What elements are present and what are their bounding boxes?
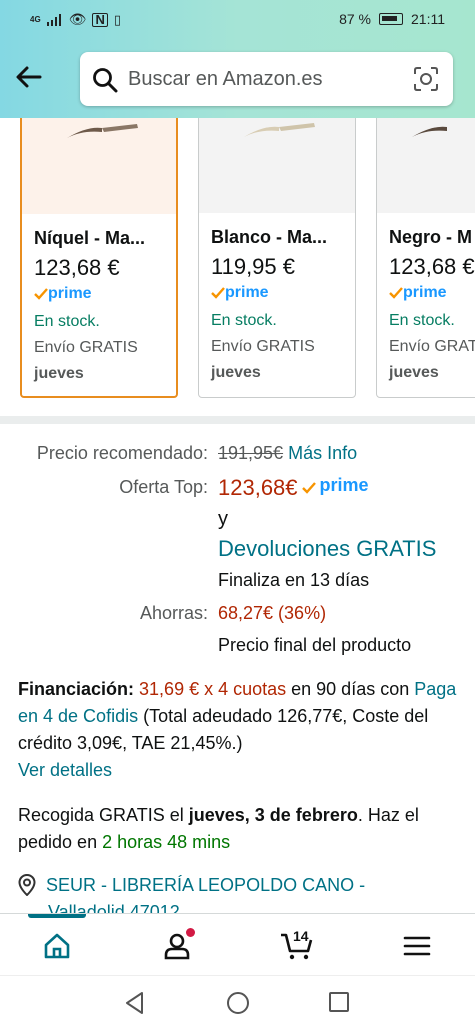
- home-icon: [44, 933, 70, 959]
- prime-check-icon: [301, 482, 316, 494]
- delivery-day: jueves: [34, 365, 84, 382]
- pickup-location-link[interactable]: SEUR - LIBRERÍA LEOPOLDO CANO -: [18, 874, 365, 896]
- arrow-left-icon: [16, 66, 42, 88]
- nav-cart-button[interactable]: 14: [277, 928, 317, 964]
- notification-dot: [186, 928, 195, 937]
- prime-badge: prime: [319, 474, 369, 495]
- see-details-link[interactable]: Ver detalles: [18, 760, 112, 780]
- financing-installments: 31,69 € x 4 cuotas: [139, 679, 287, 699]
- prime-badge: prime: [211, 284, 343, 302]
- more-info-link[interactable]: Más Info: [288, 443, 357, 463]
- prime-check-icon: [211, 287, 225, 299]
- offer-row: 123,68€ prime: [218, 475, 369, 501]
- financing-label: Financiación:: [18, 679, 135, 699]
- system-recents-icon[interactable]: [328, 991, 350, 1013]
- person-icon: [164, 933, 190, 960]
- search-input[interactable]: [128, 65, 398, 93]
- system-back-icon[interactable]: [124, 991, 146, 1015]
- pickup-block: Recogida GRATIS el jueves, 3 de febrero.…: [18, 805, 419, 852]
- location-pin-icon: [18, 874, 36, 896]
- shipping-text: Envío GRAT: [389, 338, 475, 355]
- recommended-price-row: 191,95€ Más Info: [218, 443, 357, 464]
- pickup-date: jueves, 3 de febrero: [188, 805, 358, 825]
- stock-status: En stock.: [211, 312, 277, 329]
- offer-price: 123,68€: [218, 475, 298, 500]
- back-button[interactable]: [14, 62, 46, 94]
- variant-name: Negro - M: [389, 227, 472, 247]
- recommended-price: 191,95€: [218, 443, 284, 463]
- variant-name: Níquel - Ma...: [34, 228, 146, 248]
- recommended-price-label: Precio recomendado:: [36, 443, 208, 463]
- variant-price: 123,68 €: [389, 254, 475, 279]
- header-gradient: 4G 👁 N ▯ 87 % 21:11: [0, 0, 475, 118]
- hamburger-menu-icon: [403, 936, 431, 956]
- stock-status: En stock.: [389, 312, 455, 329]
- system-home-icon[interactable]: [226, 991, 250, 1015]
- financing-block: Financiación: 31,69 € x 4 cuotas en 90 d…: [18, 676, 458, 784]
- variant-card-niquel[interactable]: Níquel - Ma... 123,68 € prime En stock. …: [20, 118, 178, 398]
- clock: 21:11: [411, 11, 445, 27]
- delivery-day: jueves: [389, 364, 439, 381]
- variant-card-blanco[interactable]: Blanco - Ma... 119,95 € prime En stock. …: [198, 118, 356, 398]
- shipping-text: Envío GRATIS: [211, 338, 315, 355]
- signal-icon: [46, 13, 63, 26]
- active-tab-indicator: [28, 914, 86, 918]
- final-price-note: Precio final del producto: [218, 635, 412, 655]
- prime-badge: prime: [34, 285, 164, 303]
- eye-icon: 👁: [68, 11, 87, 27]
- delivery-day: jueves: [211, 364, 261, 381]
- product-image: [22, 118, 176, 214]
- nfc-icon: N: [92, 12, 108, 27]
- variant-price: 119,95 €: [211, 254, 296, 279]
- search-icon: [93, 68, 118, 93]
- shipping-text: Envío GRATIS: [34, 339, 138, 356]
- savings-value: 68,27€ (36%): [218, 603, 327, 623]
- nav-account-button[interactable]: [157, 928, 197, 964]
- free-returns-link[interactable]: Devoluciones GRATIS: [218, 536, 436, 562]
- cart-count: 14: [293, 928, 309, 944]
- battery-percent: 87 %: [339, 11, 371, 27]
- offer-label: Oferta Top:: [119, 477, 208, 497]
- product-image: [377, 118, 475, 213]
- search-bar[interactable]: [80, 52, 453, 106]
- pickup-location-line1: SEUR - LIBRERÍA LEOPOLDO CANO -: [46, 874, 366, 895]
- variant-price: 123,68 €: [34, 255, 120, 280]
- nav-menu-button[interactable]: [397, 928, 437, 964]
- variant-card-negro[interactable]: Negro - M 123,68 € prime En stock. Envío…: [376, 118, 475, 398]
- pickup-time-left: 2 horas 48 mins: [102, 832, 231, 852]
- network-type-label: 4G: [30, 14, 41, 24]
- and-text: y: [218, 508, 228, 530]
- nav-home-button[interactable]: [37, 928, 77, 964]
- bottom-nav: 14: [0, 913, 475, 975]
- section-divider: [0, 416, 475, 424]
- camera-scan-icon[interactable]: [413, 66, 439, 92]
- prime-badge: prime: [389, 284, 475, 302]
- prime-check-icon: [34, 288, 48, 300]
- system-nav-bar: [0, 975, 475, 1029]
- savings-label: Ahorras:: [139, 603, 208, 623]
- product-image: [199, 118, 355, 213]
- status-bar: 4G 👁 N ▯ 87 % 21:11: [0, 0, 475, 40]
- variant-name: Blanco - Ma...: [211, 227, 328, 247]
- financing-days: en 90 días con: [286, 679, 415, 699]
- prime-check-icon: [389, 287, 403, 299]
- offer-ends-text: Finaliza en 13 días: [218, 570, 370, 590]
- variant-carousel[interactable]: Níquel - Ma... 123,68 € prime En stock. …: [0, 118, 475, 408]
- vibrate-icon: ▯: [113, 11, 121, 27]
- stock-status: En stock.: [34, 313, 100, 330]
- battery-icon: [379, 13, 403, 25]
